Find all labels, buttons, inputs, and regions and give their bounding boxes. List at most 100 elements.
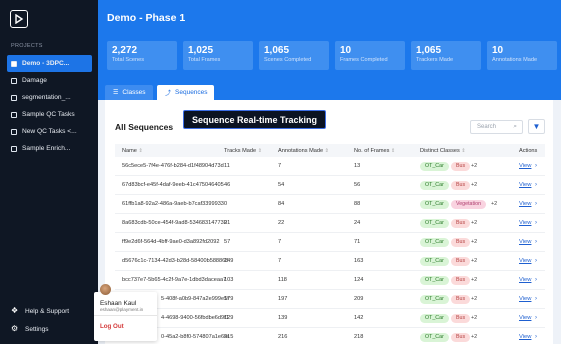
- cell-tracks: 129: [224, 315, 234, 321]
- class-tag: OT_Car: [420, 180, 449, 190]
- sidebar-item-demo-3dpc[interactable]: Demo - 3DPC...: [7, 55, 92, 72]
- cell-annotations: 22: [278, 220, 285, 226]
- project-icon: [11, 77, 17, 84]
- cell-annotations: 7: [278, 239, 282, 245]
- class-tag: Bus: [451, 161, 471, 171]
- class-tag: OT_Car: [420, 313, 449, 323]
- table-row[interactable]: 0-45a2-b8f0-574807a1e6fe 215 216 218 OT_…: [115, 328, 545, 344]
- view-link[interactable]: View: [519, 163, 531, 169]
- user-name: Eshaan Kaul: [100, 300, 137, 307]
- project-icon: [11, 60, 17, 67]
- cell-name: 67d83bcf-e45f-4daf-9eeb-41c475046405: [122, 182, 224, 188]
- app: PROJECTS Demo - 3DPC... Damage segmentat…: [0, 0, 561, 344]
- table-row[interactable]: bcc737e7-5b65-4c2f-9a7e-1dbd3daceaa7 103…: [115, 271, 545, 290]
- search-icon: ⌕: [513, 123, 517, 130]
- sidebar-item-sample-enrich[interactable]: Sample Enrich...: [0, 140, 98, 157]
- sidebar-item-label: New QC Tasks <...: [22, 128, 77, 135]
- more-classes: +2: [471, 239, 478, 245]
- sort-icon: ⇕: [138, 147, 143, 154]
- class-tag: Bus: [451, 218, 471, 228]
- view-link[interactable]: View: [519, 258, 531, 264]
- more-classes: +2: [471, 315, 478, 321]
- stat-value: 1,065: [264, 45, 290, 56]
- tab-classes[interactable]: ☰ Classes: [105, 85, 153, 100]
- avatar[interactable]: [100, 284, 111, 295]
- tooltip-banner: Sequence Real-time Tracking: [183, 110, 326, 129]
- column-header-classes[interactable]: Distinct Classes ⇕: [420, 148, 466, 154]
- table-row[interactable]: 5-408f-a0b9-847a2e999e5f 179 197 209 OT_…: [115, 290, 545, 309]
- sidebar-item-damage[interactable]: Damage: [0, 72, 98, 89]
- table-row[interactable]: d5676c1c-7134-42d3-b28d-58400b588868 149…: [115, 252, 545, 271]
- help-icon: ❖: [11, 306, 19, 315]
- chevron-right-icon: ›: [535, 219, 537, 226]
- cell-annotations: 139: [278, 315, 288, 321]
- sidebar-item-label: Damage: [22, 77, 47, 84]
- help-label: Help & Support: [25, 307, 70, 315]
- class-tag: OT_Car: [420, 332, 449, 342]
- stat-trackers-made: 1,065 Trackers Made: [411, 41, 481, 70]
- view-link[interactable]: View: [519, 220, 531, 226]
- cell-annotations: 54: [278, 182, 285, 188]
- stat-value: 10: [492, 45, 504, 56]
- tab-sequences[interactable]: ⤴ Sequences: [157, 85, 214, 100]
- sidebar-item-new-qc[interactable]: New QC Tasks <...: [0, 123, 98, 140]
- cell-frames: 218: [354, 334, 364, 340]
- header-label: Tracks Made: [224, 147, 257, 154]
- sequence-icon: ⤴: [165, 91, 172, 97]
- view-link[interactable]: View: [519, 201, 531, 207]
- table-row[interactable]: 8a683cdb-50ce-454f-9ad8-534683147730 21 …: [115, 214, 545, 233]
- table-row[interactable]: 4-4698-9400-56fbdbe6d9f1 129 139 142 OT_…: [115, 309, 545, 328]
- help-support-link[interactable]: ❖ Help & Support: [11, 307, 69, 315]
- table-row[interactable]: ff9e2d6f-564d-4bff-9ae0-d3a892fd2092 57 …: [115, 233, 545, 252]
- divider: [94, 315, 157, 316]
- view-link[interactable]: View: [519, 182, 531, 188]
- cell-name: 8a683cdb-50ce-454f-9ad8-534683147730: [122, 220, 227, 226]
- column-header-name[interactable]: Name ⇕: [122, 148, 143, 154]
- stat-label: Trackers Made: [416, 57, 454, 63]
- header-label: Name: [122, 147, 137, 154]
- more-classes: +2: [471, 258, 478, 264]
- chevron-right-icon: ›: [535, 200, 537, 207]
- class-tag: Bus: [451, 237, 471, 247]
- class-tag: OT_Car: [420, 256, 449, 266]
- class-tag: OT_Car: [420, 275, 449, 285]
- app-logo[interactable]: [10, 10, 28, 28]
- sidebar-item-segmentation[interactable]: segmentation_...: [0, 89, 98, 106]
- view-link[interactable]: View: [519, 239, 531, 245]
- stat-value: 1,065: [416, 45, 442, 56]
- search-input[interactable]: Search ⌕: [470, 120, 523, 134]
- view-link[interactable]: View: [519, 315, 531, 321]
- column-header-annotations[interactable]: Annotations Made ⇕: [278, 148, 329, 154]
- view-link[interactable]: View: [519, 277, 531, 283]
- header-label: No. of Frames: [354, 147, 390, 154]
- class-tag: OT_Car: [420, 218, 449, 228]
- cell-frames: 124: [354, 277, 364, 283]
- stat-label: Annotations Made: [492, 57, 538, 63]
- header-label: Annotations Made: [278, 147, 324, 154]
- table-row[interactable]: 61ffb1a8-92a2-486a-9aeb-b7caf3399933 0 8…: [115, 195, 545, 214]
- settings-link[interactable]: ⚙ Settings: [11, 325, 49, 333]
- page-title: Demo - Phase 1: [107, 12, 186, 24]
- cell-name: d5676c1c-7134-42d3-b28d-58400b588868: [122, 258, 229, 264]
- more-classes: +2: [491, 201, 498, 207]
- user-menu-popover: Eshaan Kaul eshaan@playment.in Log Out: [94, 284, 157, 341]
- view-link[interactable]: View: [519, 296, 531, 302]
- cell-frames: 71: [354, 239, 361, 245]
- table-row[interactable]: 56c5ece5-7f4e-476f-b284-d1f48904d73d 11 …: [115, 157, 545, 176]
- cell-tracks: 149: [224, 258, 234, 264]
- table-row[interactable]: 67d83bcf-e45f-4daf-9eeb-41c475046405 46 …: [115, 176, 545, 195]
- cell-tracks: 103: [224, 277, 234, 283]
- logout-button[interactable]: Log Out: [100, 323, 124, 330]
- cell-tracks: 11: [224, 163, 230, 169]
- more-classes: +2: [471, 277, 478, 283]
- sidebar-item-label: segmentation_...: [22, 94, 71, 101]
- sidebar-item-sample-qc[interactable]: Sample QC Tasks: [0, 106, 98, 123]
- sequences-card: All Sequences Sequence Real-time Trackin…: [105, 100, 553, 344]
- logo-play-icon: [15, 14, 24, 24]
- column-header-tracks[interactable]: Tracks Made ⇕: [224, 148, 262, 154]
- chevron-right-icon: ›: [535, 257, 537, 264]
- filter-button[interactable]: ▼: [528, 119, 545, 134]
- stat-scenes-completed: 1,065 Scenes Completed: [259, 41, 329, 70]
- column-header-frames[interactable]: No. of Frames ⇕: [354, 148, 395, 154]
- view-link[interactable]: View: [519, 334, 531, 340]
